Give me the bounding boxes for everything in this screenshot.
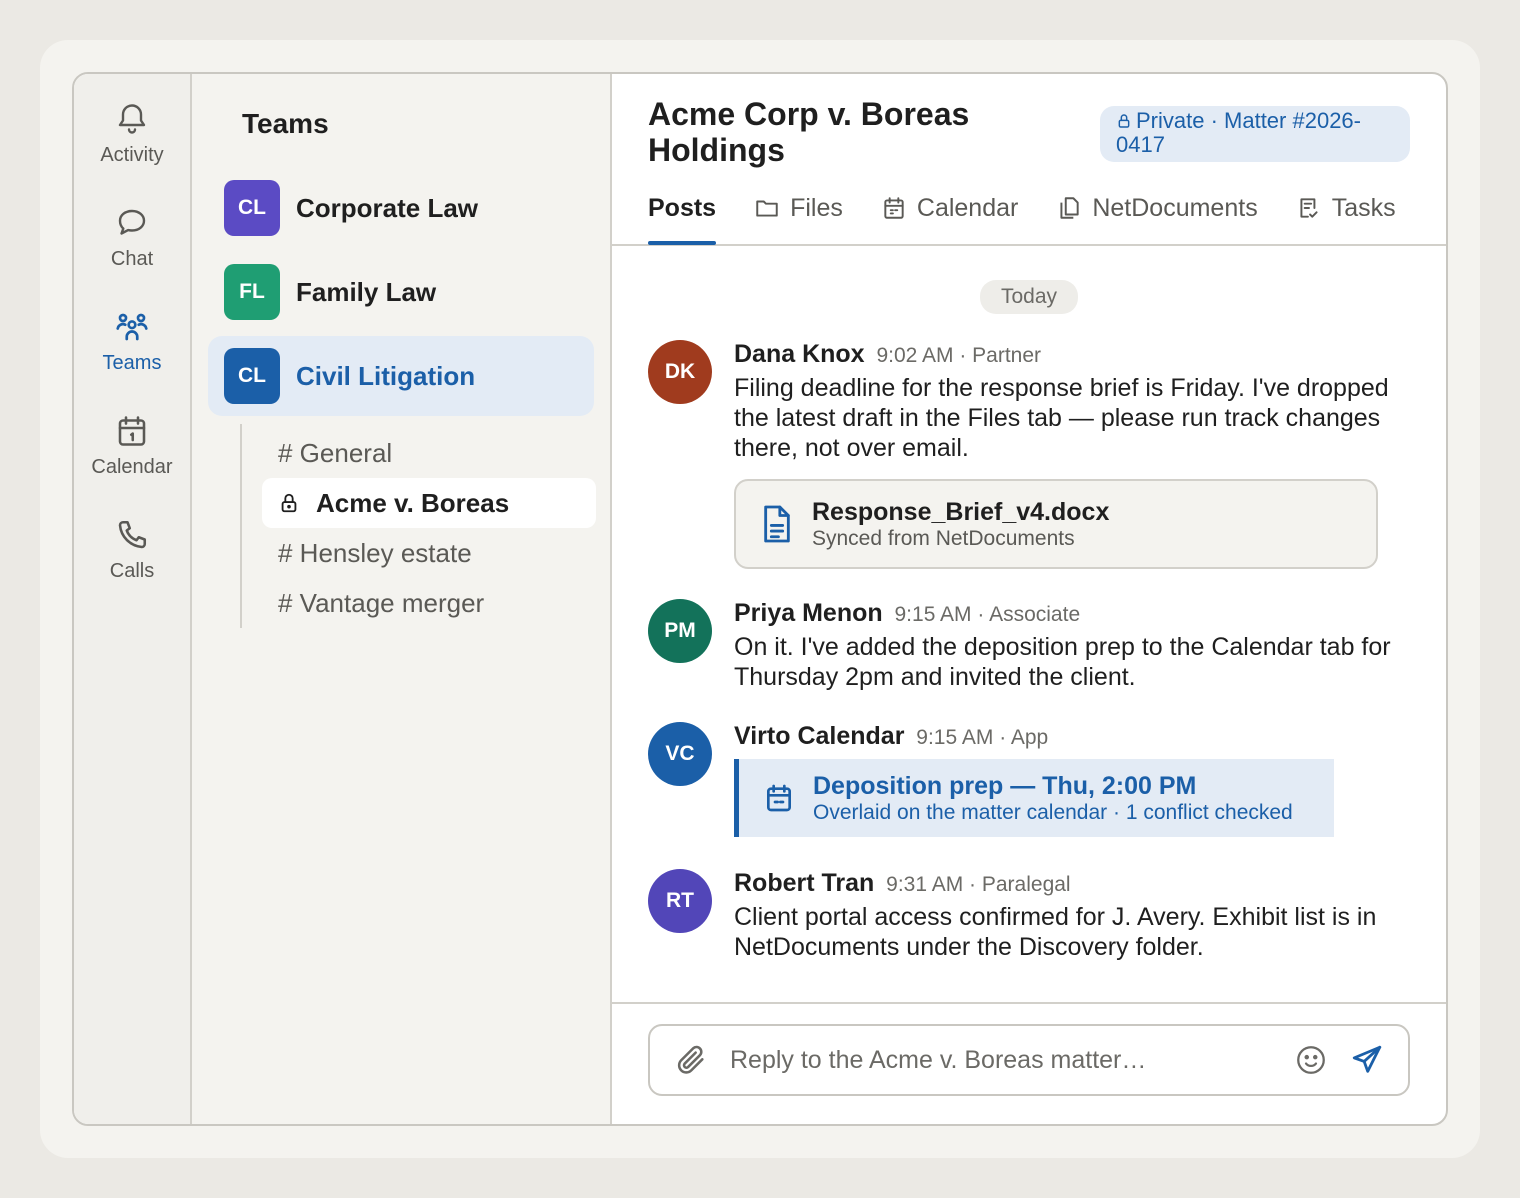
avatar[interactable]: PM <box>648 599 712 663</box>
calendar-icon <box>884 197 904 219</box>
rail-label: Teams <box>102 352 162 374</box>
team-family-law[interactable]: FL Family Law <box>208 252 594 332</box>
message-meta: Robert Tran 9:31 AM · Paralegal <box>734 869 1410 898</box>
document-icon <box>764 505 790 543</box>
tab-tasks[interactable]: Tasks <box>1296 178 1396 244</box>
tab-label: Posts <box>648 193 717 222</box>
tab-netdocuments[interactable]: NetDocuments <box>1056 178 1258 244</box>
tasks-icon <box>1300 198 1318 218</box>
message-time: 9:31 AM <box>886 873 964 896</box>
app-window: Activity Chat Teams Calendar Calls Teams… <box>72 72 1448 1126</box>
calendar-icon <box>118 416 146 446</box>
team-avatar: CL <box>224 180 280 236</box>
send-icon[interactable] <box>1350 1043 1384 1077</box>
message-role: · Associate <box>977 603 1081 626</box>
avatar[interactable]: RT <box>648 869 712 933</box>
composer <box>648 1024 1410 1096</box>
rail-item-calendar[interactable]: Calendar <box>77 412 187 516</box>
emoji-icon[interactable] <box>1294 1043 1328 1077</box>
channel-view: Acme Corp v. Boreas Holdings Private · M… <box>612 74 1446 1124</box>
folder-icon <box>756 200 778 217</box>
message-author[interactable]: Robert Tran <box>734 869 874 897</box>
message-role: · App <box>999 726 1049 749</box>
documents-icon <box>1060 197 1079 219</box>
matter-badge-label: Private · Matter #2026-0417 <box>1116 108 1361 157</box>
teams-panel: Teams CL Corporate Law FL Family Law CL … <box>192 74 612 1124</box>
channel-hensley-estate[interactable]: # Hensley estate <box>262 528 596 578</box>
team-corporate-law[interactable]: CL Corporate Law <box>208 168 594 248</box>
team-avatar: CL <box>224 348 280 404</box>
chat-icon <box>118 209 146 235</box>
message: DK Dana Knox 9:02 AM · Partner Filing de… <box>648 340 1410 569</box>
channel-general[interactable]: # General <box>262 428 596 478</box>
avatar[interactable]: VC <box>648 722 712 786</box>
rail-label: Chat <box>110 248 154 270</box>
channel-list: # General Acme v. Boreas # Hensley estat… <box>240 424 596 628</box>
event-subtitle: Overlaid on the matter calendar · 1 conf… <box>813 800 1293 824</box>
message-feed: Today DK Dana Knox 9:02 AM · Partner Fil… <box>612 246 1446 1002</box>
rail-label: Calendar <box>91 456 173 478</box>
channel-header: Acme Corp v. Boreas Holdings Private · M… <box>612 74 1446 246</box>
channel-title: Acme Corp v. Boreas Holdings <box>648 96 970 168</box>
tab-posts[interactable]: Posts <box>648 178 717 245</box>
message-text: Client portal access confirmed for J. Av… <box>734 903 1377 961</box>
avatar[interactable]: DK <box>648 340 712 404</box>
composer-area <box>612 1002 1446 1124</box>
bell-icon <box>118 104 146 134</box>
tab-files[interactable]: Files <box>754 178 843 244</box>
tab-label: NetDocuments <box>1092 193 1258 222</box>
message-meta: Priya Menon 9:15 AM · Associate <box>734 599 1410 628</box>
tab-label: Files <box>790 193 843 222</box>
message-author[interactable]: Virto Calendar <box>734 722 904 750</box>
channel-label: Acme v. Boreas <box>316 487 510 518</box>
channel-acme-v-boreas[interactable]: Acme v. Boreas <box>262 478 596 528</box>
rail-item-activity[interactable]: Activity <box>77 100 187 204</box>
message-text: Filing deadline for the response brief i… <box>734 374 1389 462</box>
calendar-icon <box>767 784 791 812</box>
lock-icon <box>1118 114 1130 128</box>
team-name: Corporate Law <box>296 192 479 223</box>
message: RT Robert Tran 9:31 AM · Paralegal Clien… <box>648 869 1410 962</box>
message-author[interactable]: Priya Menon <box>734 599 883 627</box>
message: PM Priya Menon 9:15 AM · Associate On it… <box>648 599 1410 692</box>
team-name: Family Law <box>296 276 437 307</box>
message-role: · Partner <box>959 344 1042 367</box>
tab-label: Tasks <box>1331 193 1396 222</box>
reply-input[interactable] <box>730 1045 1294 1075</box>
day-divider: Today <box>980 280 1078 314</box>
event-title: Deposition prep — Thu, 2:00 PM <box>813 771 1197 800</box>
matter-badge: Private · Matter #2026-0417 <box>1100 106 1410 162</box>
tab-calendar[interactable]: Calendar <box>881 178 1018 244</box>
app-rail: Activity Chat Teams Calendar Calls <box>74 74 192 1124</box>
message-role: · Paralegal <box>969 873 1071 896</box>
teams-icon <box>116 313 148 341</box>
team-civil-litigation[interactable]: CL Civil Litigation <box>208 336 594 416</box>
message: VC Virto Calendar 9:15 AM · App Depositi… <box>648 722 1410 837</box>
team-avatar: FL <box>224 264 280 320</box>
message-time: 9:02 AM <box>876 344 954 367</box>
message-time: 9:15 AM <box>916 726 994 749</box>
channel-vantage-merger[interactable]: # Vantage merger <box>262 578 596 628</box>
phone-icon <box>118 520 147 549</box>
file-attachment[interactable]: Response_Brief_v4.docx Synced from NetDo… <box>734 479 1378 569</box>
paperclip-icon[interactable] <box>674 1043 708 1077</box>
lock-icon <box>281 493 297 513</box>
rail-item-calls[interactable]: Calls <box>77 516 187 620</box>
rail-label: Calls <box>109 560 155 582</box>
message-meta: Virto Calendar 9:15 AM · App <box>734 722 1410 751</box>
file-source: Synced from NetDocuments <box>812 526 1075 550</box>
tab-label: Calendar <box>916 193 1019 222</box>
message-text: On it. I've added the deposition prep to… <box>734 633 1391 691</box>
message-author[interactable]: Dana Knox <box>734 340 865 368</box>
message-meta: Dana Knox 9:02 AM · Partner <box>734 340 1410 369</box>
rail-item-teams[interactable]: Teams <box>77 308 187 412</box>
message-time: 9:15 AM <box>894 603 972 626</box>
rail-item-chat[interactable]: Chat <box>77 204 187 308</box>
rail-label: Activity <box>100 144 164 166</box>
calendar-event-card[interactable]: Deposition prep — Thu, 2:00 PM Overlaid … <box>734 759 1334 837</box>
teams-panel-title: Teams <box>242 108 329 139</box>
file-name: Response_Brief_v4.docx <box>812 497 1110 526</box>
channel-tabs: Posts Files Calendar NetDocuments Tasks <box>648 178 1396 245</box>
team-name: Civil Litigation <box>296 360 476 391</box>
